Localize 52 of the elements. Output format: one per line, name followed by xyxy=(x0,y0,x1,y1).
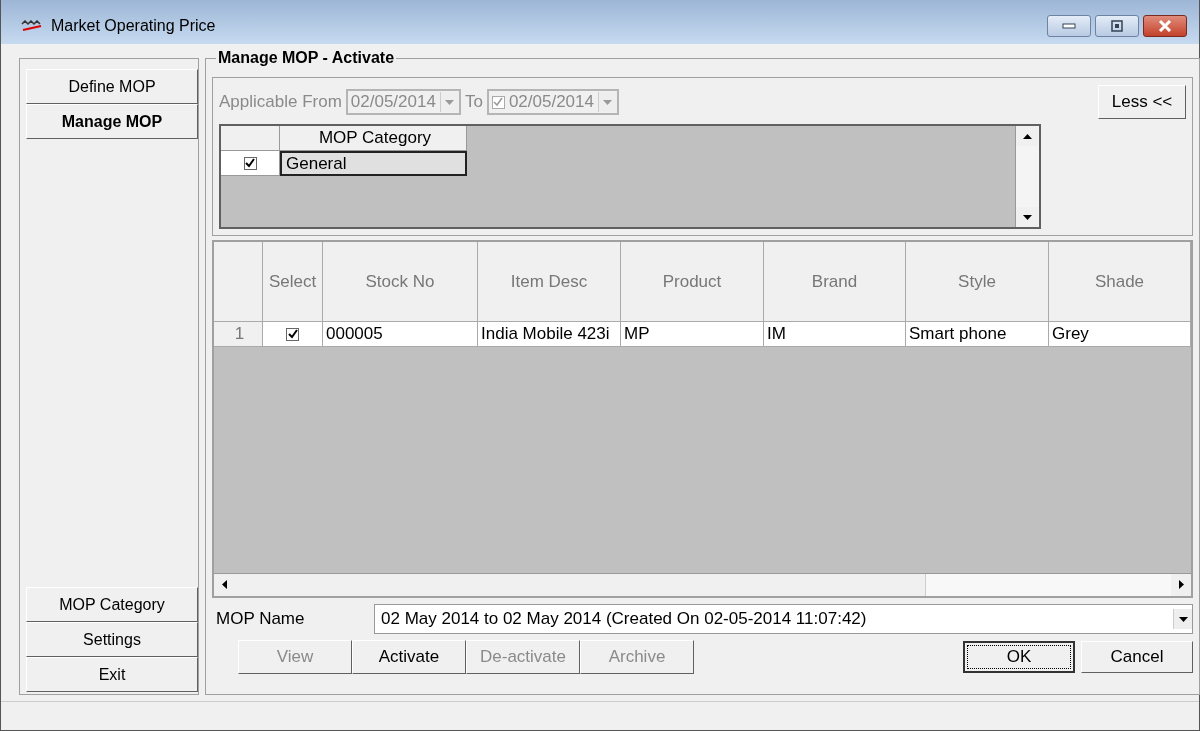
scrollbar[interactable] xyxy=(1015,126,1039,227)
scroll-down-icon xyxy=(1022,214,1032,220)
column-header: Select xyxy=(263,242,323,322)
table-cell: IM xyxy=(764,322,906,347)
dialog-button[interactable]: OK xyxy=(963,641,1075,673)
sidebar-button[interactable]: Manage MOP xyxy=(26,104,198,139)
checkmark-icon xyxy=(245,158,255,168)
dialog-button[interactable]: Cancel xyxy=(1081,641,1193,673)
app-icon xyxy=(21,20,43,32)
table-cell: Grey xyxy=(1049,322,1191,347)
group-title: Manage MOP - Activate xyxy=(216,49,397,67)
column-header: Shade xyxy=(1049,242,1191,322)
sidebar-button[interactable]: Settings xyxy=(26,622,198,657)
mop-name-dropdown[interactable]: 02 May 2014 to 02 May 2014 (Created On 02-05-2014 11:07:42) xyxy=(374,604,1193,634)
column-header: Product xyxy=(621,242,764,322)
checkbox[interactable] xyxy=(243,156,257,170)
sidebar-button[interactable]: Define MOP xyxy=(26,69,198,104)
table-cell: General xyxy=(280,151,467,176)
column-header: Brand xyxy=(764,242,906,322)
column-header: MOP Category xyxy=(280,126,467,151)
table-cell: MP xyxy=(621,322,764,347)
dropdown-arrow-icon xyxy=(1178,616,1188,622)
dropdown-arrow-icon xyxy=(603,99,613,105)
column-header: Item Desc xyxy=(478,242,621,322)
close-button[interactable] xyxy=(1143,15,1187,37)
field-label: Applicable From xyxy=(219,92,342,112)
scroll-right-icon xyxy=(1178,579,1184,589)
maximize-button[interactable] xyxy=(1095,15,1139,37)
table-cell: Smart phone xyxy=(906,322,1049,347)
scroll-up-icon xyxy=(1022,133,1032,139)
restore-icon xyxy=(1111,20,1123,32)
scrollbar[interactable] xyxy=(214,573,1191,596)
table-cell: 000005 xyxy=(323,322,478,347)
window-title: Market Operating Price xyxy=(51,17,216,35)
field-label: MOP Name xyxy=(216,609,306,629)
minimize-button[interactable] xyxy=(1047,15,1091,37)
column-header: Style xyxy=(906,242,1049,322)
scroll-left-icon xyxy=(221,579,227,589)
field-label: To xyxy=(464,92,483,112)
action-button[interactable]: Activate xyxy=(352,640,466,674)
less-button[interactable]: Less << xyxy=(1098,85,1186,119)
checkbox[interactable] xyxy=(286,327,299,341)
checkmark-icon xyxy=(493,97,504,107)
minimize-icon xyxy=(1062,23,1076,29)
checkmark-icon xyxy=(287,329,298,339)
table-cell: India Mobile 423i xyxy=(478,322,621,347)
dropdown-arrow-icon xyxy=(445,99,455,105)
row-number: 1 xyxy=(214,322,263,347)
sidebar-button[interactable]: MOP Category xyxy=(26,587,198,622)
sidebar-button[interactable]: Exit xyxy=(26,657,198,692)
column-header: Stock No xyxy=(323,242,478,322)
close-icon xyxy=(1158,20,1172,32)
